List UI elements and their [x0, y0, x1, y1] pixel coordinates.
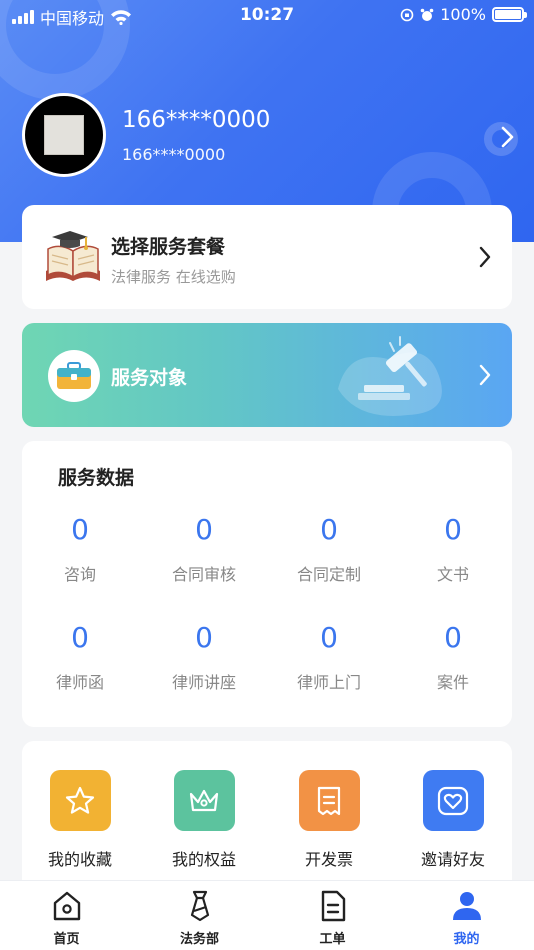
tool-label: 我的权益	[171, 850, 236, 869]
stat-value: 0	[195, 621, 213, 654]
stat-label: 律师讲座	[171, 673, 236, 692]
alarm-icon	[420, 8, 434, 21]
stat-value: 0	[71, 621, 89, 654]
crown-icon	[173, 770, 235, 831]
gavel-icon	[338, 336, 442, 416]
document-icon	[321, 890, 345, 922]
battery-icon	[492, 7, 527, 22]
stat-label: 合同审核	[171, 565, 236, 584]
tab-home[interactable]: 首页	[0, 889, 133, 947]
stat-value: 0	[71, 513, 89, 546]
stat-value: 0	[320, 621, 338, 654]
tab-mine[interactable]: 我的	[400, 889, 533, 947]
star-icon	[49, 770, 111, 831]
tab-label: 工单	[319, 932, 346, 947]
stat-lawyer-letter[interactable]: 0 律师函	[19, 621, 141, 693]
stat-cases[interactable]: 0 案件	[392, 621, 514, 693]
receipt-icon	[298, 770, 360, 831]
stat-lawyer-lecture[interactable]: 0 律师讲座	[143, 621, 265, 693]
chevron-right-icon	[479, 364, 491, 386]
tab-label: 法务部	[179, 932, 219, 947]
home-icon	[53, 891, 80, 921]
avatar[interactable]	[22, 93, 106, 177]
stat-consult[interactable]: 0 咨询	[19, 513, 141, 585]
rotation-lock-icon	[400, 8, 414, 21]
package-subtitle: 法律服务 在线选购	[111, 268, 236, 286]
stat-label: 案件	[436, 673, 469, 692]
stat-label: 律师函	[55, 673, 104, 692]
heart-icon	[422, 770, 484, 831]
target-title: 服务对象	[111, 367, 188, 389]
tab-work-order[interactable]: 工单	[266, 889, 399, 947]
user-phone: 166****0000	[122, 145, 226, 164]
user-icon	[452, 892, 481, 920]
favorites-button[interactable]: 我的收藏	[19, 770, 141, 870]
stat-contract-custom[interactable]: 0 合同定制	[268, 513, 390, 585]
tools-card: 我的收藏 我的权益 开发票 邀请好友	[22, 741, 512, 901]
stat-value: 0	[195, 513, 213, 546]
invoice-button[interactable]: 开发票	[268, 770, 390, 870]
stat-label: 合同定制	[296, 565, 361, 584]
service-stats-card: 服务数据 0 咨询 0 合同审核 0 合同定制 0 文书 0 律师函 0 律师讲…	[22, 441, 512, 727]
service-package-card[interactable]: 选择服务套餐 法律服务 在线选购	[22, 205, 512, 309]
stat-label: 咨询	[63, 565, 96, 584]
user-name: 166****0000	[122, 107, 271, 133]
stat-contract-review[interactable]: 0 合同审核	[143, 513, 265, 585]
chevron-right-icon	[479, 246, 491, 268]
status-bar: 中国移动 10:27 100%	[0, 0, 534, 30]
benefits-button[interactable]: 我的权益	[143, 770, 265, 870]
tool-label: 开发票	[304, 850, 353, 869]
graduation-book-icon	[46, 231, 100, 281]
package-title: 选择服务套餐	[111, 236, 226, 258]
stat-label: 律师上门	[296, 673, 361, 692]
stat-documents[interactable]: 0 文书	[392, 513, 514, 585]
service-target-card[interactable]: 服务对象	[22, 323, 512, 427]
battery-percent: 100%	[440, 5, 486, 24]
stat-value: 0	[444, 621, 462, 654]
briefcase-icon	[48, 350, 100, 402]
stat-value: 0	[444, 513, 462, 546]
tool-label: 邀请好友	[420, 850, 485, 869]
tab-label: 首页	[53, 932, 80, 947]
stat-value: 0	[320, 513, 338, 546]
invite-friends-button[interactable]: 邀请好友	[392, 770, 514, 870]
stat-lawyer-visit[interactable]: 0 律师上门	[268, 621, 390, 693]
avatar-photo	[44, 115, 84, 155]
tie-icon	[190, 890, 209, 922]
tab-legal-dept[interactable]: 法务部	[133, 889, 266, 947]
stat-label: 文书	[436, 565, 469, 584]
profile-chevron-right-icon[interactable]	[496, 124, 518, 150]
tool-label: 我的收藏	[47, 850, 112, 869]
tab-label: 我的	[453, 932, 480, 947]
stats-title: 服务数据	[58, 467, 135, 489]
bottom-tab-bar: 首页 法务部 工单 我的	[0, 880, 534, 950]
